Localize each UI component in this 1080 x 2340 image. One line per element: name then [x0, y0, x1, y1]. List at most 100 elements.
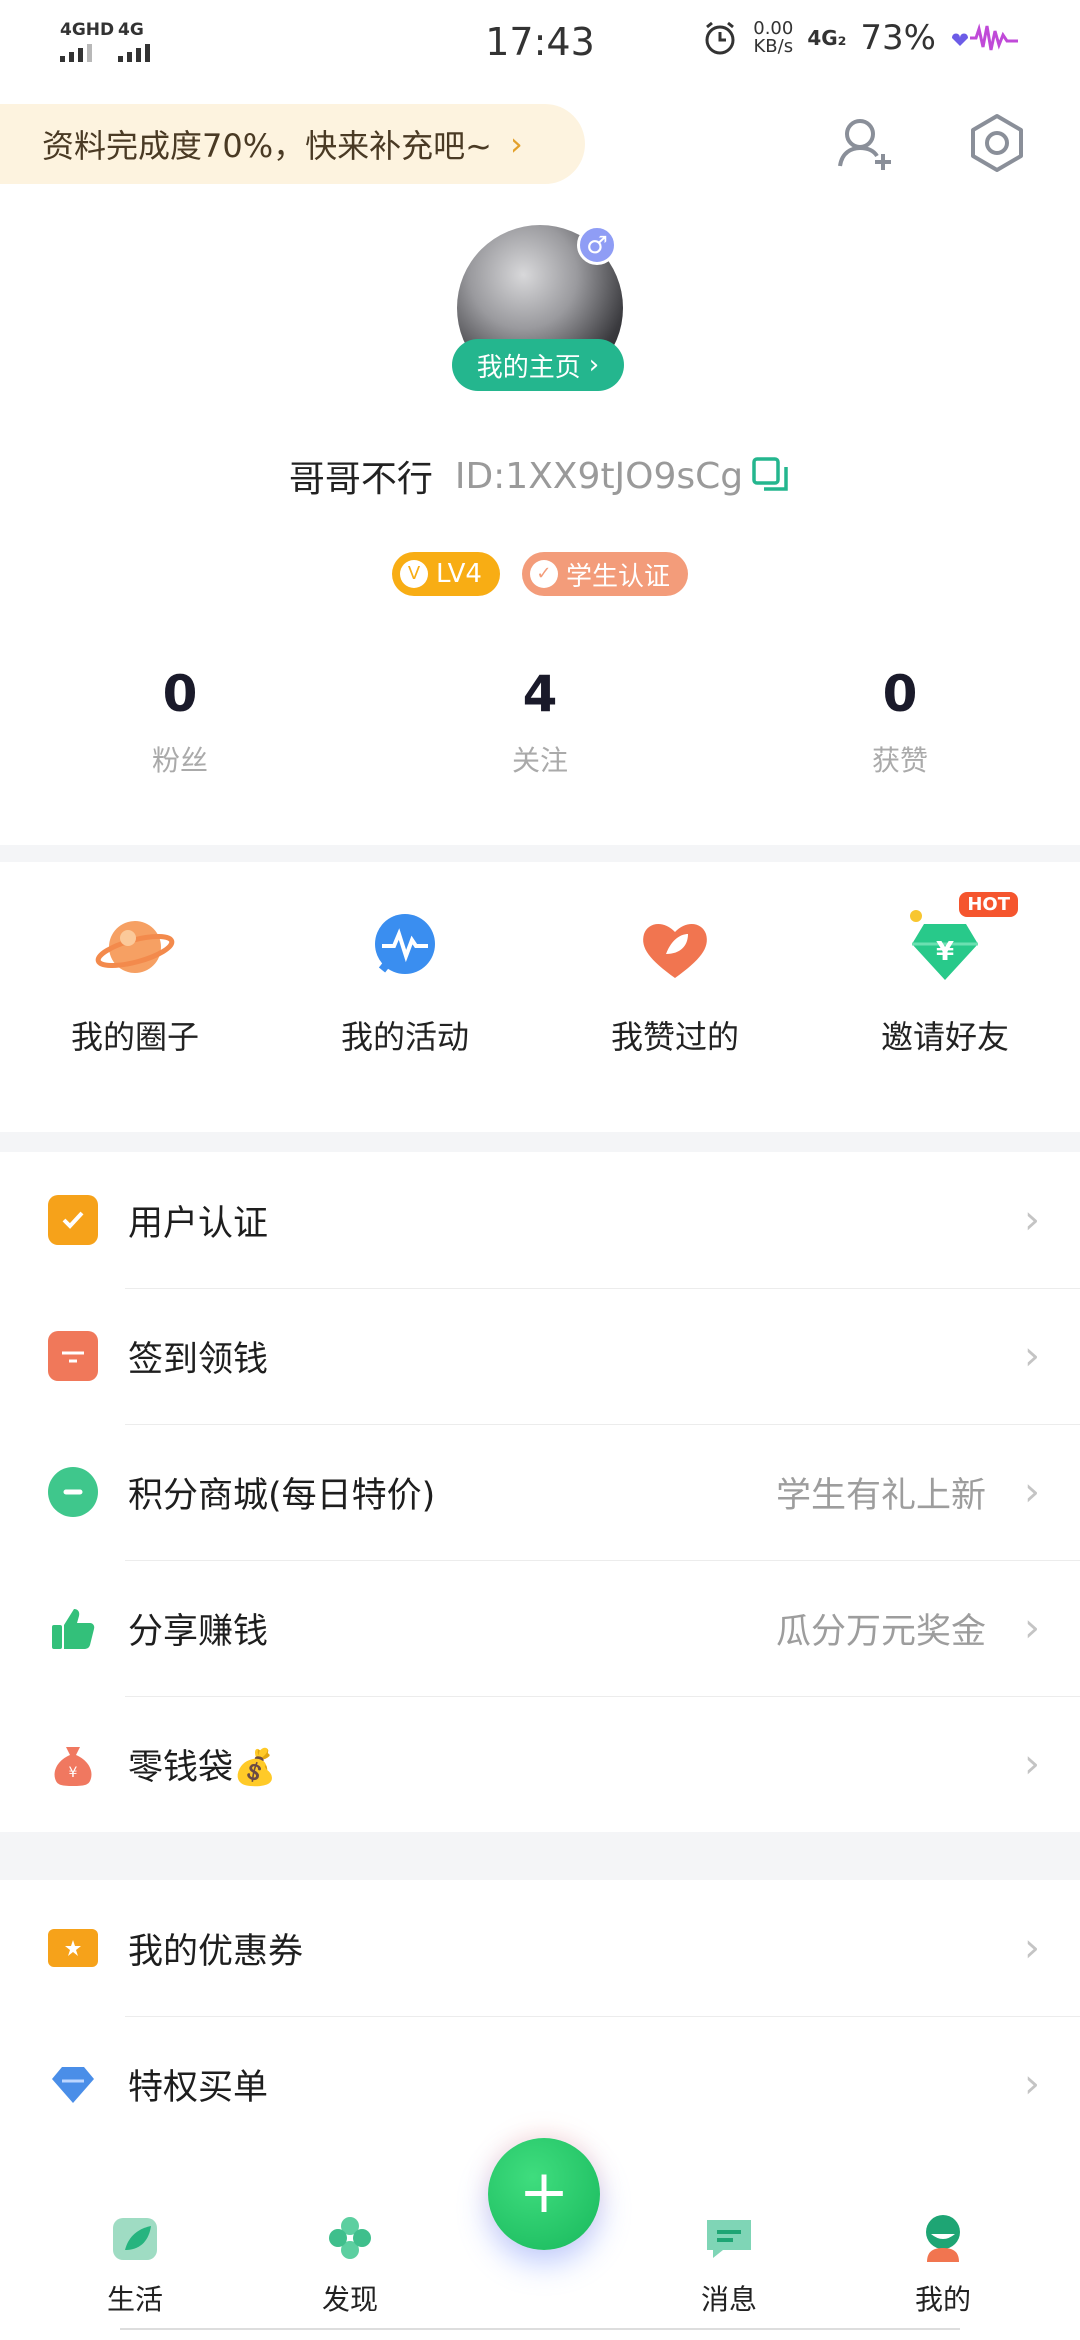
menu-label: 签到领钱 [128, 1339, 269, 1380]
homepage-label: 我的主页 [476, 352, 581, 383]
menu-privilege-pay[interactable]: 特权买单 › [0, 2016, 1080, 2152]
level-shield-icon: V [400, 560, 428, 588]
create-post-button[interactable]: + [488, 2138, 600, 2250]
me-avatar-icon [926, 2215, 960, 2262]
thumbs-up-icon [48, 1603, 98, 1653]
menu-label: 特权买单 [128, 2067, 269, 2108]
banner-text: 资料完成度70%，快来补充吧~ [42, 127, 492, 165]
speed-unit: KB/s [753, 36, 794, 57]
sound-wave-icon [952, 23, 1018, 51]
menu-label: 用户认证 [128, 1203, 269, 1244]
svg-text:¥: ¥ [69, 1765, 78, 1781]
chevron-right-icon: › [588, 350, 600, 380]
quick-action-label: 我的活动 [340, 1018, 469, 1056]
level-badge[interactable]: V LV4 [392, 552, 500, 596]
check-icon: ✓ [529, 560, 558, 588]
battery-level: 73% [860, 18, 936, 58]
menu-label: 分享赚钱 [128, 1611, 269, 1652]
stat-value: 0 [162, 665, 198, 723]
chevron-right-icon: › [1024, 1469, 1040, 1515]
name-line: 哥哥不行 ID:1XX9tJO9sCg [0, 450, 1080, 502]
calendar-icon [48, 1331, 98, 1381]
gender-male-icon: ♂ [577, 225, 617, 265]
profile-completion-banner[interactable]: 资料完成度70%，快来补充吧~ › [0, 104, 585, 184]
coupon-icon [48, 1929, 98, 1967]
menu-points-mall[interactable]: 积分商城(每日特价) 学生有礼上新 › [0, 1424, 1080, 1560]
life-leaf-icon [113, 2218, 157, 2260]
menu-user-verification[interactable]: 用户认证 › [0, 1152, 1080, 1288]
menu-my-coupons[interactable]: 我的优惠券 › [0, 1880, 1080, 2016]
menu-group-1: 用户认证 › 签到领钱 › 积分商城(每日特价) 学生有礼上新 › 分享赚钱 瓜… [0, 1152, 1080, 1832]
tab-label: 消息 [700, 2283, 757, 2316]
alarm-icon [705, 21, 735, 55]
planet-icon [95, 921, 175, 973]
menu-hint: 瓜分万元奖金 [775, 1611, 986, 1652]
points-coin-icon [48, 1467, 98, 1517]
menu-hint: 学生有礼上新 [775, 1475, 986, 1516]
student-badge-text: 学生认证 [565, 561, 670, 592]
money-bag-icon: ¥ [48, 1739, 98, 1789]
menu-label: 我的优惠券 [128, 1931, 304, 1972]
heart-leaf-icon [643, 923, 707, 978]
tab-life[interactable]: 生活 [70, 2190, 200, 2318]
gesture-bar [120, 2328, 960, 2340]
tab-label: 我的 [914, 2283, 971, 2316]
chevron-right-icon: › [509, 125, 523, 163]
tab-me[interactable]: 我的 [878, 2190, 1008, 2318]
menu-share-earn[interactable]: 分享赚钱 瓜分万元奖金 › [0, 1560, 1080, 1696]
stat-likes[interactable]: 0 获赞 [720, 665, 1080, 779]
stat-label: 关注 [511, 744, 568, 777]
chevron-right-icon: › [1024, 1925, 1040, 1971]
my-homepage-button[interactable]: 我的主页 › [452, 339, 624, 391]
status-right: 0.00 KB/s 4G₂ 73% [701, 18, 1020, 58]
chevron-right-icon: › [1024, 2061, 1040, 2107]
quick-action-label: 我赞过的 [610, 1018, 739, 1056]
activity-pulse-icon [375, 914, 435, 974]
username: 哥哥不行 [288, 459, 433, 500]
chevron-right-icon: › [1024, 1605, 1040, 1651]
profile-section: 资料完成度70%，快来补充吧~ › ♂ 我的主页 › 哥哥不行 ID:1XX9t… [0, 90, 1080, 845]
quick-actions: 我的圈子 我的活动 我赞过的 ¥ HOT 邀请好友 [0, 862, 1080, 1132]
badges: V LV4 ✓ 学生认证 [0, 552, 1080, 596]
tab-label: 发现 [321, 2283, 378, 2316]
menu-wallet[interactable]: ¥ 零钱袋💰 › [0, 1696, 1080, 1832]
quick-invite-friends[interactable]: ¥ HOT 邀请好友 [810, 862, 1080, 1132]
message-icon [707, 2220, 751, 2258]
quick-action-label: 邀请好友 [880, 1018, 1009, 1056]
tab-discover[interactable]: 发现 [285, 2190, 415, 2318]
invite-icon-wrap: ¥ HOT [900, 892, 1018, 992]
stat-label: 粉丝 [151, 744, 208, 777]
status-bar: 4GHD 4G 17:43 0.00 KB/s 4G₂ 73% [0, 0, 1080, 90]
verify-check-icon [48, 1195, 98, 1245]
discover-clover-icon [329, 2217, 371, 2259]
menu-sign-in-money[interactable]: 签到领钱 › [0, 1288, 1080, 1424]
tab-label: 生活 [106, 2283, 163, 2316]
chevron-right-icon: › [1024, 1741, 1040, 1787]
add-friend-icon[interactable] [834, 112, 896, 174]
net-speed: 0.00 KB/s [753, 20, 793, 56]
level-text: LV4 [436, 559, 482, 589]
quick-my-circle[interactable]: 我的圈子 [0, 862, 270, 1132]
settings-icon[interactable] [966, 112, 1028, 174]
chevron-right-icon: › [1024, 1333, 1040, 1379]
menu-label: 零钱袋💰 [128, 1747, 277, 1788]
diamond-icon [48, 2059, 98, 2109]
user-id: ID:1XX9tJO9sCg [454, 455, 744, 497]
stat-followers[interactable]: 0 粉丝 [0, 665, 360, 779]
stat-following[interactable]: 4 关注 [360, 665, 720, 779]
stat-value: 4 [522, 665, 558, 723]
chevron-right-icon: › [1024, 1197, 1040, 1243]
menu-label: 积分商城(每日特价) [128, 1475, 436, 1516]
svg-text:¥: ¥ [936, 937, 954, 967]
hot-badge: HOT [959, 892, 1018, 917]
stat-label: 获赞 [871, 744, 928, 777]
copy-icon[interactable] [751, 456, 791, 496]
quick-action-label: 我的圈子 [70, 1018, 199, 1056]
network-label-3: 4G₂ [807, 26, 847, 50]
stats-row: 0 粉丝 4 关注 0 获赞 [0, 665, 1080, 779]
tab-messages[interactable]: 消息 [664, 2190, 794, 2318]
quick-my-activities[interactable]: 我的活动 [270, 862, 540, 1132]
student-verified-badge[interactable]: ✓ 学生认证 [521, 552, 688, 596]
quick-liked[interactable]: 我赞过的 [540, 862, 810, 1132]
stat-value: 0 [882, 665, 918, 723]
